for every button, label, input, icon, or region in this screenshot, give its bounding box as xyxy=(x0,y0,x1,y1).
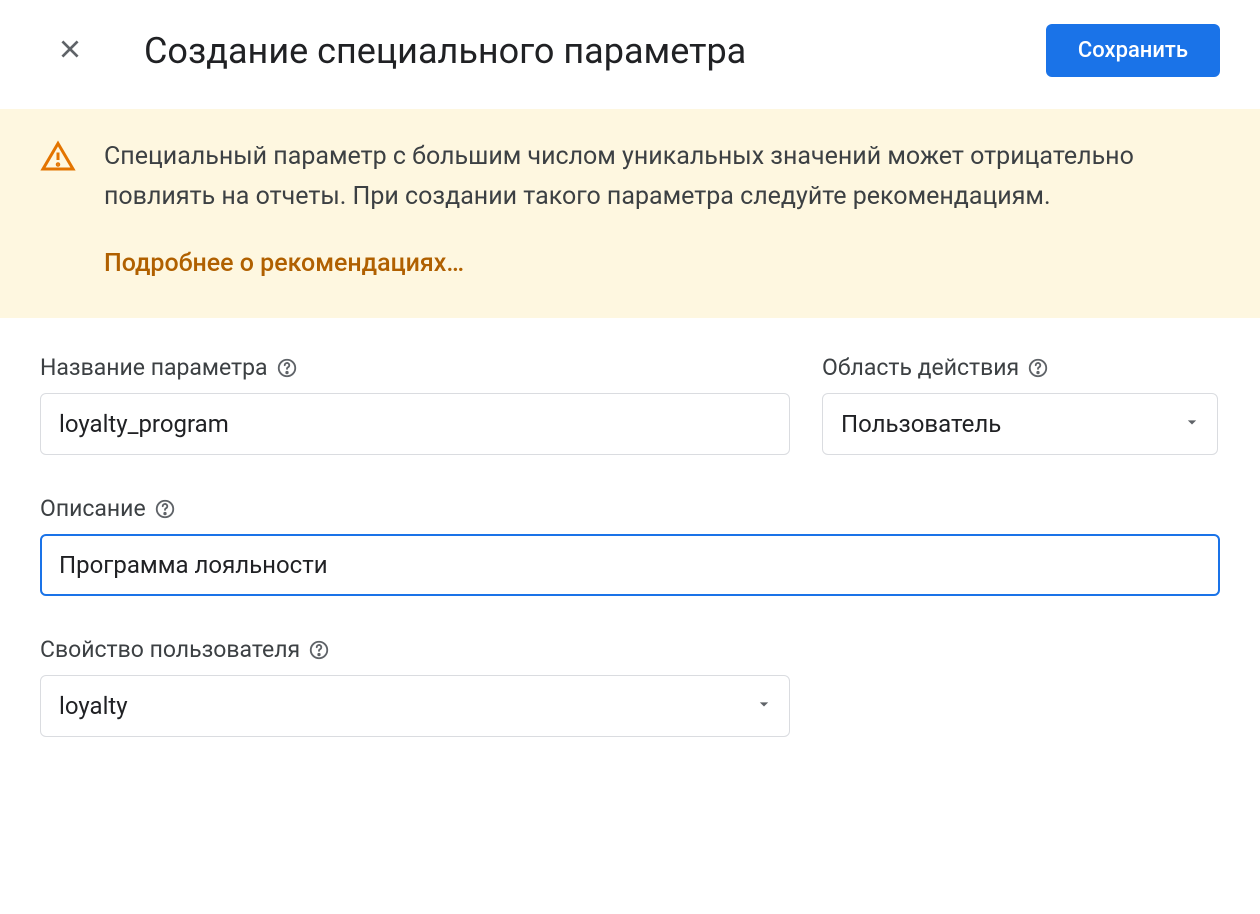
form-group-user-property: Свойство пользователя loyalty xyxy=(40,636,790,737)
help-icon[interactable] xyxy=(308,639,330,661)
warning-icon xyxy=(40,139,76,179)
description-label: Описание xyxy=(40,495,146,522)
warning-banner: Специальный параметр с большим числом ун… xyxy=(0,109,1260,318)
warning-link[interactable]: Подробнее о рекомендациях… xyxy=(104,249,464,278)
user-property-select[interactable]: loyalty xyxy=(40,675,790,737)
close-icon xyxy=(57,36,83,66)
dialog-header: Создание специального параметра Сохранит… xyxy=(0,0,1260,101)
form-content: Название параметра Область действия xyxy=(0,318,1260,773)
scope-select[interactable]: Пользователь xyxy=(822,393,1218,455)
warning-text: Специальный параметр с большим числом ун… xyxy=(104,137,1204,217)
user-property-label: Свойство пользователя xyxy=(40,636,300,663)
dialog-title: Создание специального параметра xyxy=(144,30,1014,72)
form-group-scope: Область действия Пользователь xyxy=(822,354,1218,455)
form-group-name: Название параметра xyxy=(40,354,790,455)
save-button[interactable]: Сохранить xyxy=(1046,24,1220,77)
name-input[interactable] xyxy=(40,393,790,455)
help-icon[interactable] xyxy=(1027,357,1049,379)
form-group-description: Описание xyxy=(40,495,1220,596)
name-label: Название параметра xyxy=(40,354,268,381)
close-button[interactable] xyxy=(52,33,88,69)
help-icon[interactable] xyxy=(276,357,298,379)
help-icon[interactable] xyxy=(154,498,176,520)
description-input[interactable] xyxy=(40,534,1220,596)
scope-label: Область действия xyxy=(822,354,1019,381)
warning-content: Специальный параметр с большим числом ун… xyxy=(104,137,1204,278)
